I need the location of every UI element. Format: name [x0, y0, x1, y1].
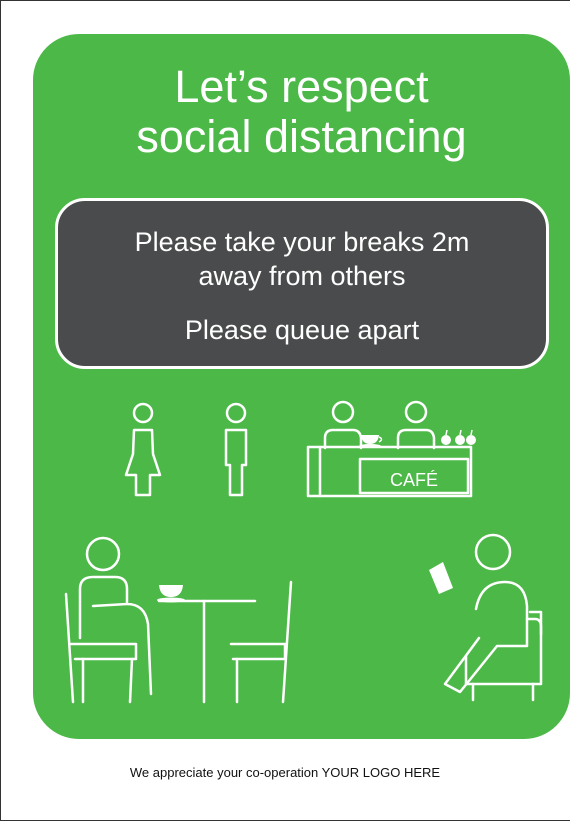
person-reading-in-armchair-icon — [443, 533, 543, 702]
cafe-sign: CAFÉ — [390, 470, 438, 490]
illustrations: CAFÉ — [64, 400, 543, 704]
footer-text: We appreciate your co-operation YOUR LOG… — [129, 765, 441, 780]
apples-icon — [441, 435, 476, 445]
man-icon — [224, 402, 248, 497]
coffee-cup-icon — [157, 435, 381, 603]
poster-panel: Let’s respect social distancing Please t… — [33, 34, 570, 739]
seated-person-at-table-icon — [64, 536, 293, 704]
woman-icon — [124, 402, 162, 497]
book-icon — [429, 562, 453, 594]
